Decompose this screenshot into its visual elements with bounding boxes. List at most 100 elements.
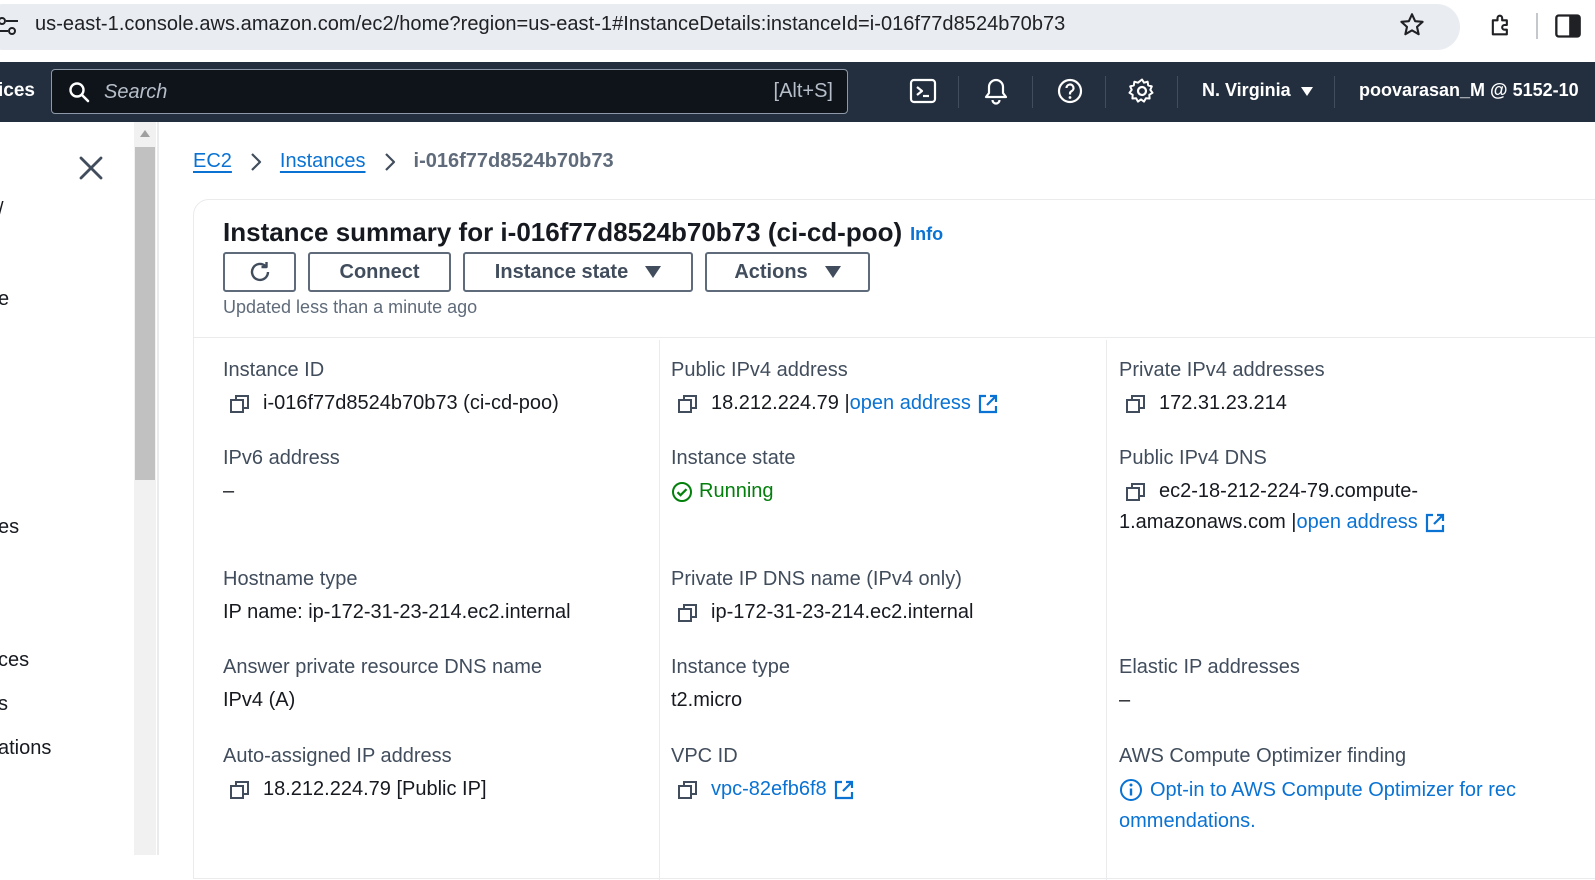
search-icon bbox=[69, 82, 90, 103]
column-divider bbox=[1106, 340, 1107, 880]
instance-id-field: Instance ID i-016f77d8524b70b73 (ci-cd-p… bbox=[223, 359, 559, 415]
close-icon[interactable] bbox=[76, 153, 106, 183]
instance-state-dropdown[interactable]: Instance state bbox=[463, 252, 693, 292]
copy-icon[interactable] bbox=[677, 393, 699, 415]
refresh-button[interactable] bbox=[223, 252, 296, 292]
notifications-bell-icon[interactable] bbox=[981, 76, 1011, 106]
bookmark-star-icon[interactable] bbox=[1398, 11, 1426, 39]
site-settings-icon[interactable] bbox=[0, 14, 20, 38]
caret-down-icon bbox=[1300, 86, 1313, 96]
sidebar-scrollbar[interactable] bbox=[134, 122, 156, 855]
caret-down-icon bbox=[824, 266, 841, 278]
nav-divider bbox=[958, 76, 959, 108]
field-label: Answer private resource DNS name bbox=[223, 656, 543, 678]
field-label: Instance state bbox=[671, 447, 796, 469]
side-panel-icon[interactable] bbox=[1554, 12, 1582, 40]
sidebar-item[interactable]: ations bbox=[0, 737, 51, 760]
hostname-type-field: Hostname type IP name: ip-172-31-23-214.… bbox=[223, 568, 571, 624]
field-label: Private IP DNS name (IPv4 only) bbox=[671, 568, 962, 590]
extensions-icon[interactable] bbox=[1487, 11, 1515, 39]
search-shortcut-hint: [Alt+S] bbox=[773, 80, 833, 102]
instance-state-field: Instance state Running bbox=[671, 447, 796, 503]
compute-optimizer-link-cont[interactable]: ommendations. bbox=[1119, 810, 1256, 833]
field-label: Hostname type bbox=[223, 568, 358, 590]
scrollbar-thumb[interactable] bbox=[135, 147, 155, 480]
field-label: Public IPv4 address bbox=[671, 359, 848, 381]
main-content: EC2 Instances i-016f77d8524b70b73 Instan… bbox=[159, 122, 1595, 880]
public-dns-field: Public IPv4 DNS ec2-18-212-224-79.comput… bbox=[1119, 447, 1446, 534]
last-updated-text: Updated less than a minute ago bbox=[223, 297, 478, 317]
cloudshell-icon[interactable] bbox=[908, 76, 938, 106]
auto-ip-field: Auto-assigned IP address 18.212.224.79 [… bbox=[223, 745, 487, 801]
column-divider bbox=[659, 340, 660, 880]
connect-button[interactable]: Connect bbox=[308, 252, 451, 292]
vpc-id-link[interactable]: vpc-82efb6f8 bbox=[711, 778, 827, 801]
help-icon[interactable] bbox=[1055, 76, 1085, 106]
public-ipv4-field: Public IPv4 address 18.212.224.79 | open … bbox=[671, 359, 999, 415]
account-menu[interactable]: poovarasan_M @ 5152-10 bbox=[1359, 80, 1579, 101]
sidebar-item[interactable]: ces bbox=[0, 649, 29, 672]
public-ipv4-value: 18.212.224.79 | bbox=[711, 392, 850, 414]
external-link-icon[interactable] bbox=[977, 393, 999, 415]
copy-icon[interactable] bbox=[677, 779, 699, 801]
private-ipv4-value: 172.31.23.214 bbox=[1159, 392, 1287, 414]
sidebar-item[interactable]: es bbox=[0, 516, 19, 539]
copy-icon[interactable] bbox=[229, 393, 251, 415]
breadcrumb: EC2 Instances i-016f77d8524b70b73 bbox=[193, 150, 614, 173]
info-link[interactable]: Info bbox=[910, 224, 943, 244]
ipv6-field: IPv6 address – bbox=[223, 447, 340, 503]
instance-state-value: Running bbox=[699, 480, 774, 502]
services-menu[interactable]: ices bbox=[0, 80, 35, 102]
auto-ip-value: 18.212.224.79 [Public IP] bbox=[263, 778, 487, 800]
private-ipv4-field: Private IPv4 addresses 172.31.23.214 bbox=[1119, 359, 1325, 415]
field-label: VPC ID bbox=[671, 745, 738, 767]
actions-dropdown-label: Actions bbox=[734, 260, 808, 283]
breadcrumb-ec2-link[interactable]: EC2 bbox=[193, 150, 232, 173]
breadcrumb-instances-link[interactable]: Instances bbox=[280, 150, 366, 173]
answer-dns-field: Answer private resource DNS name IPv4 (A… bbox=[223, 656, 542, 712]
field-label: Instance type bbox=[671, 656, 790, 678]
ipv6-value: – bbox=[223, 480, 235, 502]
sidebar-item[interactable]: / bbox=[0, 199, 4, 222]
panel-header: Instance summary for i-016f77d8524b70b73… bbox=[194, 200, 1595, 338]
nav-divider bbox=[1105, 76, 1106, 108]
elastic-ip-field: Elastic IP addresses – bbox=[1119, 656, 1300, 712]
nav-divider bbox=[1334, 76, 1335, 108]
open-address-link[interactable]: open address bbox=[850, 392, 971, 415]
field-label: Private IPv4 addresses bbox=[1119, 359, 1325, 381]
compute-optimizer-link[interactable]: Opt-in to AWS Compute Optimizer for rec bbox=[1150, 779, 1516, 802]
region-selector[interactable]: N. Virginia bbox=[1202, 80, 1313, 101]
instance-summary-panel: Instance summary for i-016f77d8524b70b73… bbox=[193, 199, 1595, 880]
external-link-icon[interactable] bbox=[833, 779, 855, 801]
open-address-link[interactable]: open address bbox=[1297, 511, 1418, 534]
hostname-type-value: IP name: ip-172-31-23-214.ec2.internal bbox=[223, 601, 571, 623]
nav-divider bbox=[1177, 76, 1178, 108]
actions-dropdown[interactable]: Actions bbox=[705, 252, 870, 292]
nav-divider bbox=[1032, 76, 1033, 108]
breadcrumb-current: i-016f77d8524b70b73 bbox=[413, 150, 614, 172]
scroll-up-arrow-icon[interactable] bbox=[140, 130, 150, 137]
copy-icon[interactable] bbox=[1125, 393, 1147, 415]
aws-top-navigation: ices [Alt+S] N. Virginia poovarasan_M @ … bbox=[0, 62, 1595, 122]
copy-icon[interactable] bbox=[677, 602, 699, 624]
public-dns-value-line1: ec2-18-212-224-79.compute- bbox=[1159, 480, 1419, 502]
caret-down-icon bbox=[645, 266, 662, 278]
field-label: Auto-assigned IP address bbox=[223, 745, 452, 767]
instance-state-dropdown-label: Instance state bbox=[494, 260, 629, 283]
field-label: Instance ID bbox=[223, 359, 325, 381]
vpc-id-field: VPC ID vpc-82efb6f8 bbox=[671, 745, 855, 801]
sidebar-item[interactable]: s bbox=[0, 693, 8, 716]
settings-gear-icon[interactable] bbox=[1127, 76, 1157, 106]
instance-id-value: i-016f77d8524b70b73 (ci-cd-poo) bbox=[263, 392, 559, 414]
search-box[interactable]: [Alt+S] bbox=[51, 69, 848, 114]
region-label: N. Virginia bbox=[1202, 80, 1291, 100]
instance-type-value: t2.micro bbox=[671, 689, 743, 711]
url-text[interactable]: us-east-1.console.aws.amazon.com/ec2/hom… bbox=[35, 13, 1065, 36]
copy-icon[interactable] bbox=[229, 779, 251, 801]
sidebar-item[interactable]: e bbox=[0, 288, 9, 311]
search-input[interactable] bbox=[104, 77, 704, 107]
external-link-icon[interactable] bbox=[1424, 512, 1446, 534]
info-circle-icon bbox=[1120, 779, 1142, 801]
copy-icon[interactable] bbox=[1125, 481, 1147, 503]
public-dns-value-line2: 1.amazonaws.com | bbox=[1119, 511, 1297, 533]
